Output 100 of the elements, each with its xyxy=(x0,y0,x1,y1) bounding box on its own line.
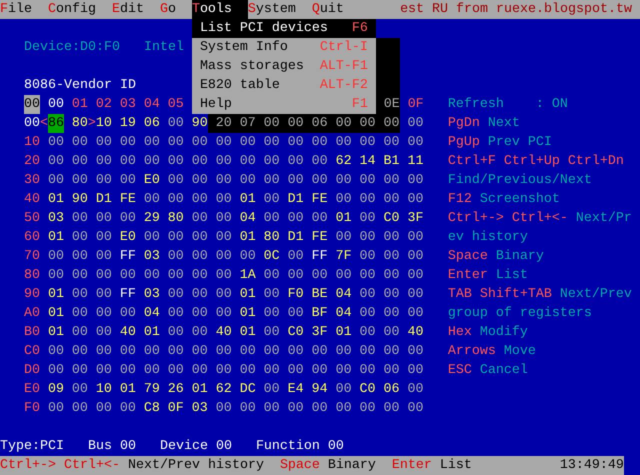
device-label: Device:D0:F0 xyxy=(24,39,120,57)
hex-value: E4 xyxy=(288,381,304,399)
hex-value: 00 xyxy=(168,172,184,190)
menu-item[interactable]: System xyxy=(248,0,312,19)
hex-value: 00 xyxy=(407,115,424,133)
menu-item[interactable]: Go xyxy=(160,0,192,19)
menu-option[interactable]: List PCI devices F6 xyxy=(192,19,376,38)
shortcut-key: Space xyxy=(448,247,488,266)
hex-value: 00 xyxy=(96,172,112,190)
hex-value: 00 xyxy=(216,248,232,266)
menu-option[interactable]: System Info Ctrl-I xyxy=(192,38,376,57)
hex-value: 1A xyxy=(240,267,256,285)
hex-value: 00 xyxy=(48,172,64,190)
hex-value: 00 xyxy=(192,343,208,361)
hex-value: 14 xyxy=(360,153,376,171)
menu-item[interactable]: Tools xyxy=(192,0,248,19)
hex-value: 00 xyxy=(360,191,376,209)
shortcut-key: Enter xyxy=(448,266,488,285)
hex-value: 00 xyxy=(120,134,136,152)
row-offset: 80 xyxy=(24,267,40,285)
hex-value: 00 xyxy=(96,343,112,361)
hex-value: 00 xyxy=(288,134,304,152)
hex-value: FF xyxy=(312,248,328,266)
help-text: Screenshot xyxy=(480,191,560,209)
hex-value: 00 xyxy=(168,343,184,361)
hex-value: 26 xyxy=(168,381,184,399)
help-text: List xyxy=(440,457,472,475)
shortcut-key: Ctrl+F Ctrl+Up Ctrl+Dn xyxy=(448,152,624,171)
hex-value: 00 xyxy=(336,191,352,209)
hex-value: E0 xyxy=(120,229,136,247)
hex-value: 10 xyxy=(96,115,112,133)
hex-value: 00 xyxy=(168,191,184,209)
hex-value: FF xyxy=(120,248,136,266)
hex-value: 00 xyxy=(240,343,256,361)
menu-option[interactable]: Mass storages ALT-F1 xyxy=(192,57,376,76)
menu-item[interactable]: File xyxy=(0,0,48,19)
device-info: Function 00 xyxy=(256,438,344,456)
menu-option[interactable]: Help F1 xyxy=(192,95,376,114)
help-text: Prev PCI xyxy=(488,134,552,152)
hex-value: 01 xyxy=(48,191,64,209)
menu-item[interactable]: Edit xyxy=(112,0,160,19)
hex-value: FF xyxy=(120,286,136,304)
hex-value: 80 xyxy=(72,115,88,133)
device-info: Device 00 xyxy=(160,438,232,456)
column-header: 05 xyxy=(168,96,184,114)
hex-value: 00 xyxy=(168,115,184,133)
hex-value: 00 xyxy=(48,248,64,266)
hex-value: 00 xyxy=(264,305,280,323)
menu-item[interactable]: Quit xyxy=(312,0,360,19)
column-header: 00 xyxy=(48,96,64,114)
hex-value: 00 xyxy=(384,343,400,361)
hex-value: 00 xyxy=(48,153,64,171)
hex-value: 00 xyxy=(360,115,376,133)
hex-value: 00 xyxy=(312,153,328,171)
row-offset: 40 xyxy=(24,191,40,209)
hex-value: 00 xyxy=(192,305,208,323)
row-offset: 30 xyxy=(24,172,40,190)
hex-value: 01 xyxy=(240,305,256,323)
row-offset: 20 xyxy=(24,153,40,171)
hex-value: 00 xyxy=(48,134,64,152)
menu-item[interactable]: Config xyxy=(48,0,112,19)
shortcut-key: PgDn xyxy=(448,114,480,133)
device-info: Bus 00 xyxy=(88,438,136,456)
hex-value: 00 xyxy=(144,191,160,209)
hex-value: 00 xyxy=(192,153,208,171)
hex-value: 00 xyxy=(240,134,256,152)
menu-option[interactable]: E820 table ALT-F2 xyxy=(192,76,376,95)
hex-value: 11 xyxy=(407,153,424,171)
hex-value: 00 xyxy=(216,172,232,190)
hex-value: 00 xyxy=(216,267,232,285)
hex-value: 00 xyxy=(120,343,136,361)
hex-value: 3F xyxy=(407,210,424,228)
row-offset: 10 xyxy=(24,134,40,152)
hex-value: E0 xyxy=(144,172,160,190)
hex-value: 00 xyxy=(407,362,424,380)
hex-value: 00 xyxy=(192,286,208,304)
hex-value: 00 xyxy=(72,324,88,342)
hex-value: 00 xyxy=(264,115,280,133)
hex-value: 00 xyxy=(264,191,280,209)
hex-value: F0 xyxy=(288,286,304,304)
bracket-marker: < xyxy=(40,115,48,133)
hex-value: 00 xyxy=(407,191,424,209)
hex-value: 01 xyxy=(240,286,256,304)
hex-value: 00 xyxy=(216,343,232,361)
hex-value: 20 xyxy=(216,115,232,133)
row-offset: F0 xyxy=(24,400,40,418)
vendor-name: Intel xyxy=(144,39,184,57)
hex-value: 40 xyxy=(120,324,136,342)
hex-value: 00 xyxy=(264,286,280,304)
hex-value: 00 xyxy=(312,343,328,361)
hex-value: 00 xyxy=(216,305,232,323)
hex-value: 00 xyxy=(96,400,112,418)
hex-value: BF xyxy=(312,305,328,323)
hex-value: 00 xyxy=(407,400,424,418)
hex-value: 00 xyxy=(72,134,88,152)
hex-value: 00 xyxy=(288,248,304,266)
hex-value: 00 xyxy=(192,134,208,152)
hex-value: 00 xyxy=(72,267,88,285)
hex-value: 00 xyxy=(312,172,328,190)
help-text: Refresh : ON xyxy=(448,96,568,114)
